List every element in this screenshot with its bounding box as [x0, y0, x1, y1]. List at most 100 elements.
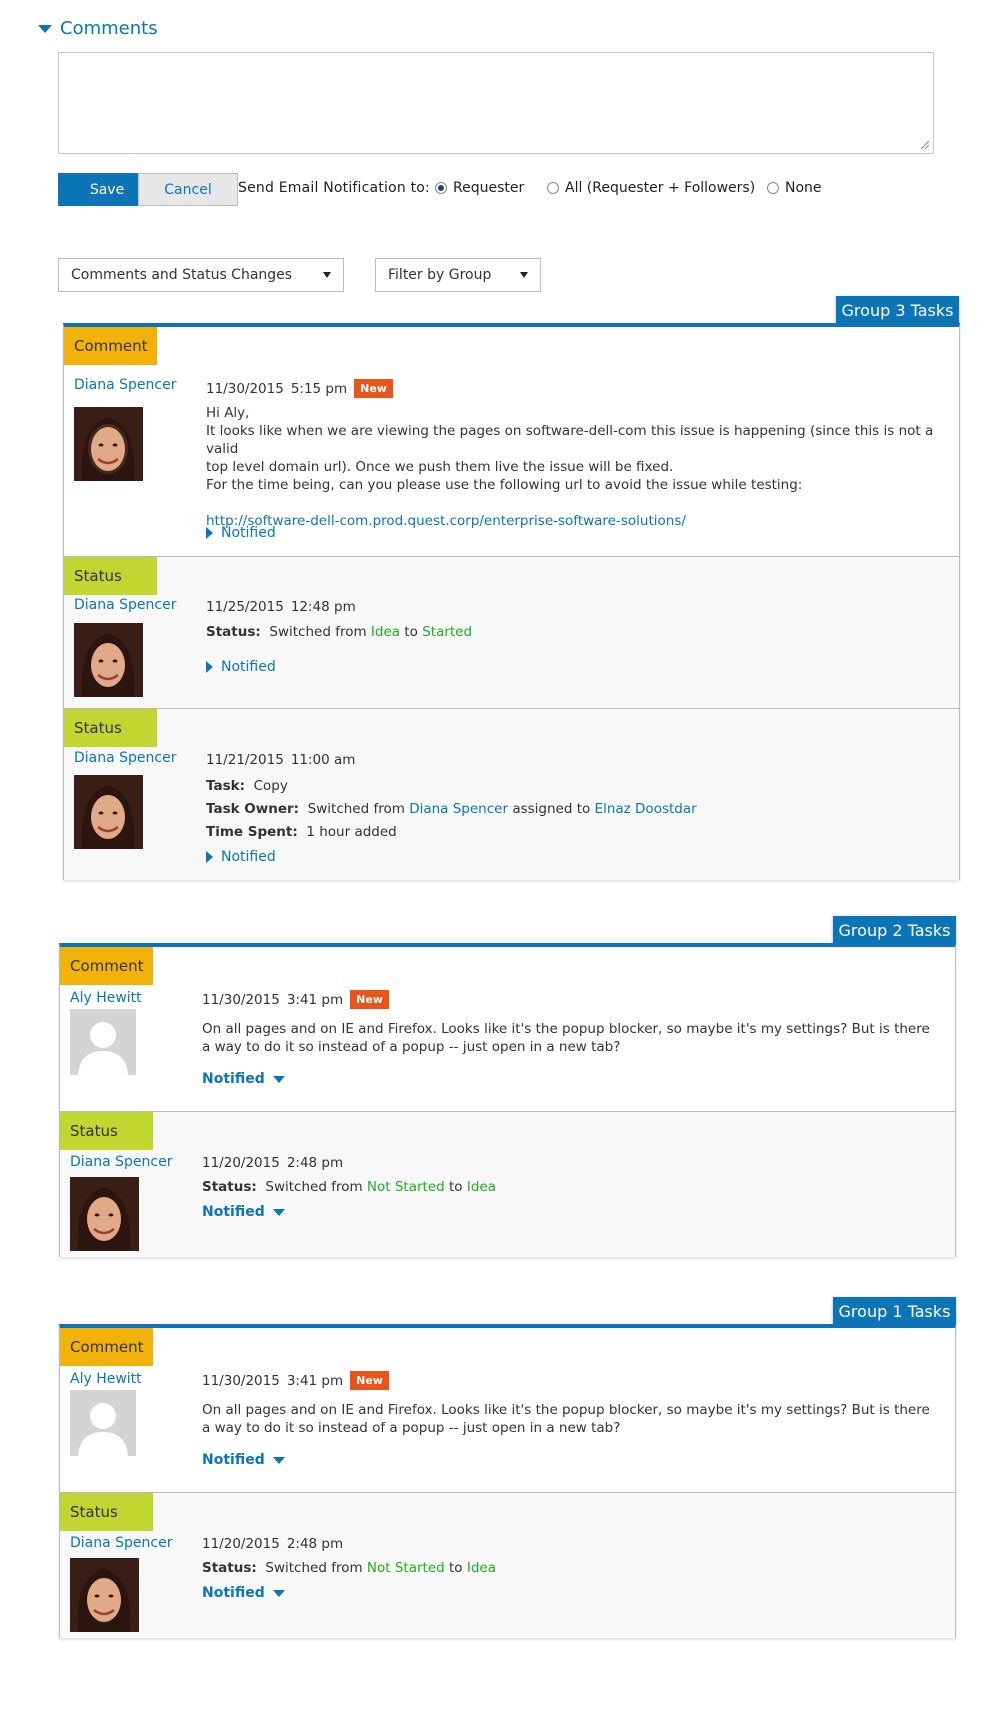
- notified-label: Notified: [202, 1204, 265, 1220]
- status-label: Status:: [202, 1560, 257, 1576]
- entry-type-badge: Status: [64, 709, 157, 747]
- task-label: Task:: [206, 778, 245, 794]
- switched-text: Switched from: [269, 624, 367, 640]
- status-label: Status:: [206, 624, 261, 640]
- task-owner-row: Task Owner: Switched from Diana Spencer …: [206, 798, 697, 821]
- radio-button[interactable]: [547, 182, 559, 194]
- time-text: 3:41 pm: [286, 991, 344, 1008]
- comment-body: On all pages and on IE and Firefox. Look…: [202, 1020, 930, 1056]
- comment-line: For the time being, can you please use t…: [206, 477, 803, 493]
- entry-type-badge: Comment: [60, 947, 153, 985]
- status-change-line: Status: Switched from Idea to Started: [206, 623, 472, 641]
- resize-grip-icon[interactable]: [919, 139, 929, 149]
- time-text: 2:48 pm: [286, 1536, 344, 1552]
- radio-requester[interactable]: Requester: [435, 180, 524, 196]
- avatar: [74, 407, 143, 481]
- notified-toggle[interactable]: Notified: [202, 1204, 285, 1220]
- notified-toggle[interactable]: Notified: [202, 1585, 285, 1601]
- new-badge: New: [350, 990, 389, 1009]
- task-row: Task: Copy: [206, 775, 697, 798]
- status-change-line: Status: Switched from Not Started to Ide…: [202, 1559, 496, 1577]
- date-text: 11/20/2015: [202, 1155, 280, 1171]
- caret-down-icon: [323, 272, 331, 278]
- comment-body: On all pages and on IE and Firefox. Look…: [202, 1401, 930, 1437]
- radio-none[interactable]: None: [767, 180, 822, 196]
- comment-textarea[interactable]: [58, 52, 934, 154]
- status-from: Not Started: [366, 1179, 445, 1195]
- avatar: [70, 1558, 139, 1632]
- entry-date: 11/20/2015 2:48 pm: [202, 1155, 343, 1171]
- chevron-right-icon: [206, 661, 213, 673]
- group-tag: Group 3 Tasks: [836, 296, 959, 325]
- activity-entry: Comment Aly Hewitt 11/30/2015 3:41 pm Ne…: [60, 947, 955, 1112]
- entry-date: 11/21/2015 11:00 am: [206, 752, 355, 768]
- chevron-down-icon: [272, 1208, 285, 1216]
- chevron-right-icon: [206, 851, 213, 863]
- owner-to-link[interactable]: Elnaz Doostdar: [595, 801, 697, 817]
- entry-date: 11/20/2015 2:48 pm: [202, 1536, 343, 1552]
- notified-toggle[interactable]: Notified: [202, 1071, 285, 1087]
- notified-toggle[interactable]: Notified: [202, 1452, 285, 1468]
- owner-label: Task Owner:: [206, 801, 300, 817]
- comment-line: On all pages and on IE and Firefox. Look…: [202, 1021, 930, 1037]
- radio-label: None: [785, 180, 822, 196]
- radio-all[interactable]: All (Requester + Followers): [547, 180, 755, 196]
- author-link[interactable]: Diana Spencer: [70, 1154, 172, 1170]
- time-text: 2:48 pm: [286, 1155, 344, 1171]
- comments-toggle[interactable]: Comments: [38, 18, 158, 39]
- notified-toggle[interactable]: Notified: [206, 659, 276, 675]
- status-to: Started: [422, 624, 473, 640]
- avatar: [74, 623, 143, 697]
- comment-line: top level domain url). Once we push them…: [206, 459, 674, 475]
- avatar: [70, 1177, 139, 1251]
- activity-entry: Status Diana Spencer 11/20/2015 2:48 pm …: [60, 1493, 955, 1638]
- status-from: Not Started: [366, 1560, 445, 1576]
- comment-url-link[interactable]: http://software-dell-com.prod.quest.corp…: [206, 513, 686, 529]
- switched-text: Switched from: [265, 1179, 363, 1195]
- group-filter-select[interactable]: Filter by Group: [375, 258, 541, 292]
- notified-label: Notified: [202, 1585, 265, 1601]
- radio-button[interactable]: [767, 182, 779, 194]
- notified-toggle[interactable]: Notified: [206, 525, 276, 541]
- notified-label: Notified: [221, 525, 276, 541]
- notified-toggle[interactable]: Notified: [206, 849, 276, 865]
- author-link[interactable]: Diana Spencer: [74, 597, 176, 613]
- notified-label: Notified: [202, 1071, 265, 1087]
- time-spent-value: 1 hour added: [306, 824, 397, 840]
- radio-button[interactable]: [435, 182, 447, 194]
- group-filter-value: Filter by Group: [388, 267, 492, 283]
- chevron-right-icon: [206, 527, 213, 539]
- comment-line: a way to do it so instead of a popup -- …: [202, 1039, 621, 1055]
- author-link[interactable]: Aly Hewitt: [70, 1371, 142, 1387]
- status-change-line: Status: Switched from Not Started to Ide…: [202, 1178, 496, 1196]
- group-panel: Comment Aly Hewitt 11/30/2015 3:41 pm Ne…: [59, 943, 956, 1257]
- comment-line: Hi Aly,: [206, 405, 250, 421]
- activity-entry: Comment Diana Spencer 11/30/2015 5:15 pm…: [64, 327, 959, 557]
- date-text: 11/30/2015: [206, 380, 284, 397]
- time-text: 3:41 pm: [286, 1372, 344, 1389]
- comment-line: It looks like when we are viewing the pa…: [206, 423, 934, 457]
- date-text: 11/30/2015: [202, 1372, 280, 1389]
- avatar: [74, 775, 143, 849]
- time-text: 12:48 pm: [290, 599, 356, 615]
- entry-type-badge: Status: [60, 1112, 153, 1150]
- author-link[interactable]: Diana Spencer: [70, 1535, 172, 1551]
- author-link[interactable]: Diana Spencer: [74, 750, 176, 766]
- time-spent-row: Time Spent: 1 hour added: [206, 821, 697, 844]
- type-filter-select[interactable]: Comments and Status Changes: [58, 258, 344, 292]
- to-text: to: [449, 1560, 463, 1576]
- activity-entry: Status Diana Spencer 11/21/2015 11:00 am…: [64, 709, 959, 880]
- owner-from-link[interactable]: Diana Spencer: [409, 801, 508, 817]
- author-link[interactable]: Diana Spencer: [74, 377, 176, 393]
- avatar-placeholder: [70, 1390, 136, 1456]
- notified-label: Notified: [221, 659, 276, 675]
- entry-date: 11/30/2015 5:15 pm New: [206, 379, 393, 398]
- author-link[interactable]: Aly Hewitt: [70, 990, 142, 1006]
- cancel-button[interactable]: Cancel: [138, 173, 238, 206]
- caret-down-icon: [520, 272, 528, 278]
- radio-label: Requester: [453, 180, 525, 196]
- date-text: 11/21/2015: [206, 752, 284, 768]
- type-filter-value: Comments and Status Changes: [71, 267, 293, 283]
- entry-date: 11/30/2015 3:41 pm New: [202, 990, 389, 1009]
- assigned-text: assigned to: [512, 801, 591, 817]
